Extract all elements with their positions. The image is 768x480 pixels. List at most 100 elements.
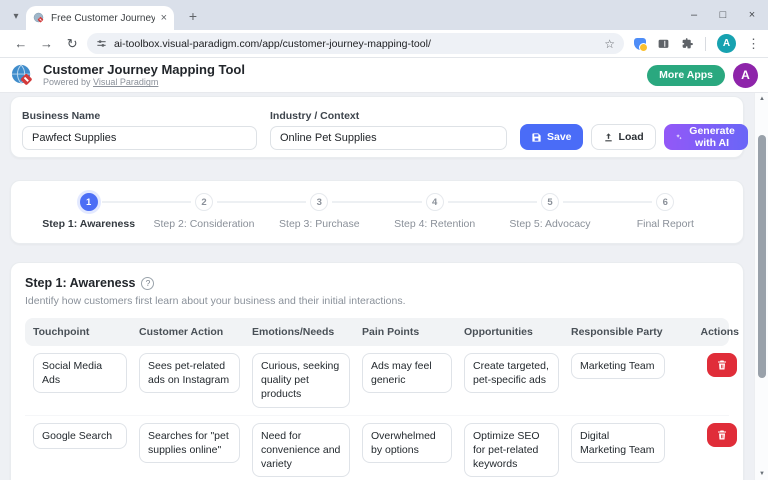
scrollbar-up-icon[interactable]: ▲ <box>755 96 768 102</box>
delete-row-button[interactable] <box>707 423 737 447</box>
generate-button-label: Generate with AI <box>687 125 737 149</box>
sparkles-icon <box>675 131 682 143</box>
step-purchase[interactable]: 3 Step 3: Purchase <box>262 193 377 230</box>
industry-field-group: Industry / Context <box>270 110 507 150</box>
col-header-actions: Actions <box>677 326 739 338</box>
delete-row-button[interactable] <box>707 353 737 377</box>
browser-menu-icon[interactable]: ⋮ <box>747 36 760 52</box>
touchpoint-cell[interactable]: Social Media Ads <box>33 353 127 393</box>
opportunities-cell[interactable]: Create targeted, pet-specific ads <box>464 353 559 393</box>
touchpoint-cell[interactable]: Google Search <box>33 423 127 449</box>
load-button-label: Load <box>619 131 644 143</box>
browser-tab-strip: ▾ Free Customer Journey Mappin × + – □ × <box>0 0 768 30</box>
site-info-icon[interactable] <box>96 38 107 49</box>
step-label: Step 4: Retention <box>377 218 492 230</box>
bookmark-star-icon[interactable]: ☆ <box>604 37 615 51</box>
col-header-responsible: Responsible Party <box>571 326 677 338</box>
col-header-emotions: Emotions/Needs <box>252 326 362 338</box>
powered-by: Powered by Visual Paradigm <box>43 77 245 87</box>
scrollbar-down-icon[interactable]: ▼ <box>755 471 768 477</box>
trash-icon <box>716 429 728 441</box>
customer-action-cell[interactable]: Searches for "pet supplies online" <box>139 423 240 463</box>
generate-with-ai-button[interactable]: Generate with AI <box>664 124 749 150</box>
site-favicon-icon <box>33 12 45 24</box>
emotions-cell[interactable]: Need for convenience and variety <box>252 423 350 478</box>
section-title: Step 1: Awareness <box>25 276 135 290</box>
tab-close-icon[interactable]: × <box>161 13 167 24</box>
step-circle: 5 <box>541 193 559 211</box>
load-button[interactable]: Load <box>591 124 656 150</box>
step-awareness[interactable]: 1 Step 1: Awareness <box>31 193 146 230</box>
step-circle: 6 <box>656 193 674 211</box>
step-label: Step 5: Advocacy <box>492 218 607 230</box>
table-row: Social Media Ads Sees pet-related ads on… <box>25 346 729 416</box>
browser-profile-avatar[interactable]: A <box>717 34 736 53</box>
business-name-input[interactable] <box>22 126 257 150</box>
customer-action-cell[interactable]: Sees pet-related ads on Instagram <box>139 353 240 393</box>
awareness-section-card: Step 1: Awareness ? Identify how custome… <box>10 262 744 480</box>
address-bar[interactable]: ai-toolbox.visual-paradigm.com/app/custo… <box>87 33 624 54</box>
more-apps-button[interactable]: More Apps <box>647 65 725 86</box>
tab-title: Free Customer Journey Mappin <box>51 13 155 24</box>
upload-icon <box>603 132 614 143</box>
step-circle: 2 <box>195 193 213 211</box>
step-circle: 4 <box>426 193 444 211</box>
account-avatar[interactable]: A <box>733 63 758 88</box>
table-row: Google Search Searches for "pet supplies… <box>25 416 729 480</box>
visual-paradigm-link[interactable]: Visual Paradigm <box>93 77 158 87</box>
window-maximize-button[interactable]: □ <box>717 9 729 21</box>
toolbar-divider <box>705 37 706 51</box>
business-name-field-group: Business Name <box>22 110 257 150</box>
step-label: Step 2: Consideration <box>146 218 261 230</box>
step-consideration[interactable]: 2 Step 2: Consideration <box>146 193 261 230</box>
col-header-touchpoint: Touchpoint <box>33 326 139 338</box>
step-final-report[interactable]: 6 Final Report <box>608 193 723 230</box>
save-floppy-icon <box>531 132 542 143</box>
window-minimize-button[interactable]: – <box>688 9 700 21</box>
step-circle: 1 <box>80 193 98 211</box>
emotions-cell[interactable]: Curious, seeking quality pet products <box>252 353 350 408</box>
step-label: Step 1: Awareness <box>31 218 146 230</box>
tab-search-button[interactable]: ▾ <box>7 7 25 25</box>
industry-label: Industry / Context <box>270 110 507 122</box>
scrollbar-thumb[interactable] <box>758 135 766 378</box>
table-header-row: Touchpoint Customer Action Emotions/Need… <box>25 318 729 346</box>
industry-input[interactable] <box>270 126 507 150</box>
step-label: Step 3: Purchase <box>262 218 377 230</box>
extension-shortcut-icon[interactable] <box>634 38 646 50</box>
app-header: Customer Journey Mapping Tool Powered by… <box>0 58 768 93</box>
step-retention[interactable]: 4 Step 4: Retention <box>377 193 492 230</box>
step-advocacy[interactable]: 5 Step 5: Advocacy <box>492 193 607 230</box>
side-panel-icon[interactable] <box>657 37 670 50</box>
app-title: Customer Journey Mapping Tool <box>43 63 245 78</box>
powered-by-prefix: Powered by <box>43 77 93 87</box>
col-header-opportunities: Opportunities <box>464 326 571 338</box>
save-button[interactable]: Save <box>520 124 583 150</box>
pain-points-cell[interactable]: Overwhelmed by options <box>362 423 452 463</box>
url-text[interactable]: ai-toolbox.visual-paradigm.com/app/custo… <box>114 38 597 50</box>
responsible-cell[interactable]: Marketing Team <box>571 353 665 379</box>
section-subtitle: Identify how customers first learn about… <box>25 295 729 307</box>
progress-steps-card: 1 Step 1: Awareness 2 Step 2: Considerat… <box>10 180 744 244</box>
browser-tab[interactable]: Free Customer Journey Mappin × <box>26 6 174 30</box>
reload-icon[interactable]: ↻ <box>59 36 85 52</box>
help-question-icon[interactable]: ? <box>141 277 154 290</box>
page-scrollbar[interactable]: ▲ ▼ <box>754 93 768 480</box>
save-button-label: Save <box>547 131 572 143</box>
visual-paradigm-logo <box>10 63 35 88</box>
new-tab-button[interactable]: + <box>184 7 202 25</box>
col-header-pain-points: Pain Points <box>362 326 464 338</box>
extensions-puzzle-icon[interactable] <box>681 37 694 50</box>
forward-icon[interactable]: → <box>34 36 60 51</box>
step-circle: 3 <box>310 193 328 211</box>
window-close-button[interactable]: × <box>746 9 758 21</box>
trash-icon <box>716 359 728 371</box>
pain-points-cell[interactable]: Ads may feel generic <box>362 353 452 393</box>
col-header-customer-action: Customer Action <box>139 326 252 338</box>
browser-toolbar: ← → ↻ ai-toolbox.visual-paradigm.com/app… <box>0 30 768 58</box>
opportunities-cell[interactable]: Optimize SEO for pet-related keywords <box>464 423 559 478</box>
business-form-card: Business Name Industry / Context Save Lo… <box>10 96 744 158</box>
back-icon[interactable]: ← <box>8 36 34 51</box>
responsible-cell[interactable]: Digital Marketing Team <box>571 423 665 463</box>
step-label: Final Report <box>608 218 723 230</box>
